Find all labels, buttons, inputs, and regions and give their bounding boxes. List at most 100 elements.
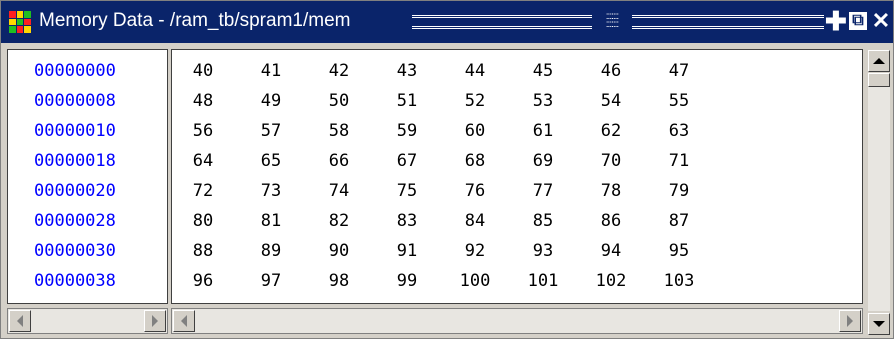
vertical-scroll-track[interactable] — [868, 73, 890, 311]
memory-cell[interactable]: 60 — [452, 116, 498, 146]
memory-cell[interactable]: 73 — [248, 176, 294, 206]
arrow-up-icon — [873, 58, 885, 64]
title-grip-left — [412, 15, 592, 29]
memory-cell[interactable]: 50 — [316, 86, 362, 116]
memory-cell[interactable]: 48 — [180, 86, 226, 116]
maximize-plus-icon[interactable]: ✚ — [825, 8, 847, 34]
memory-cell[interactable]: 49 — [248, 86, 294, 116]
memory-cell[interactable]: 89 — [248, 236, 294, 266]
memory-cell[interactable]: 81 — [248, 206, 294, 236]
address-horizontal-scrollbar[interactable] — [7, 308, 168, 334]
memory-data-grid: 40 41 42 43 44 45 46 47 48 49 50 51 52 53 54 55 56 57 58 59… — [171, 49, 863, 304]
scroll-down-button[interactable] — [868, 313, 890, 335]
memory-cell[interactable]: 88 — [180, 236, 226, 266]
memory-cell[interactable]: 98 — [316, 266, 362, 296]
memory-cell[interactable]: 84 — [452, 206, 498, 236]
memory-cell[interactable]: 41 — [248, 56, 294, 86]
memory-cell[interactable]: 47 — [656, 56, 702, 86]
memory-cell[interactable]: 96 — [180, 266, 226, 296]
memory-cell[interactable]: 53 — [520, 86, 566, 116]
memory-cell[interactable]: 87 — [656, 206, 702, 236]
memory-cell[interactable]: 63 — [656, 116, 702, 146]
scroll-up-button[interactable] — [868, 50, 890, 72]
memory-cell[interactable]: 46 — [588, 56, 634, 86]
memory-cell[interactable]: 102 — [588, 266, 634, 296]
memory-cell[interactable]: 90 — [316, 236, 362, 266]
memory-cell[interactable]: 65 — [248, 146, 294, 176]
memory-row: 88 89 90 91 92 93 94 95 — [172, 236, 862, 266]
memory-cell[interactable]: 54 — [588, 86, 634, 116]
address-label: 00000030 — [34, 241, 116, 261]
title-bar[interactable]: Memory Data - /ram_tb/spram1/mem :::::::… — [1, 1, 893, 43]
memory-cell[interactable]: 100 — [452, 266, 498, 296]
memory-row: 40 41 42 43 44 45 46 47 — [172, 56, 862, 86]
memory-cell[interactable]: 94 — [588, 236, 634, 266]
vertical-scroll-thumb[interactable] — [868, 73, 890, 87]
memory-cell[interactable]: 86 — [588, 206, 634, 236]
address-label: 00000018 — [34, 151, 116, 171]
memory-cell[interactable]: 99 — [384, 266, 430, 296]
data-horizontal-scrollbar[interactable] — [171, 308, 863, 334]
vertical-scrollbar[interactable] — [867, 49, 891, 336]
arrow-right-icon — [152, 315, 158, 327]
memory-cell[interactable]: 68 — [452, 146, 498, 176]
memory-cell[interactable]: 85 — [520, 206, 566, 236]
memory-cell[interactable]: 72 — [180, 176, 226, 206]
memory-cell[interactable]: 77 — [520, 176, 566, 206]
memory-row: 80 81 82 83 84 85 86 87 — [172, 206, 862, 236]
address-label: 00000028 — [34, 211, 116, 231]
memory-cell[interactable]: 76 — [452, 176, 498, 206]
memory-cell[interactable]: 92 — [452, 236, 498, 266]
memory-cell[interactable]: 40 — [180, 56, 226, 86]
memory-cell[interactable]: 42 — [316, 56, 362, 86]
memory-cell[interactable]: 79 — [656, 176, 702, 206]
address-scroll-left-button[interactable] — [9, 310, 31, 332]
memory-cell[interactable]: 70 — [588, 146, 634, 176]
memory-cell[interactable]: 64 — [180, 146, 226, 176]
memory-cell[interactable]: 101 — [520, 266, 566, 296]
memory-cell[interactable]: 93 — [520, 236, 566, 266]
memory-cell[interactable]: 103 — [656, 266, 702, 296]
memory-cell[interactable]: 59 — [384, 116, 430, 146]
window-title: Memory Data - /ram_tb/spram1/mem — [39, 10, 351, 31]
memory-cell[interactable]: 62 — [588, 116, 634, 146]
undock-icon[interactable]: ⧉ — [849, 12, 867, 30]
address-column: 00000000 00000008 00000010 00000018 00000020… — [7, 49, 168, 304]
title-grip-right — [632, 15, 824, 29]
memory-cell[interactable]: 95 — [656, 236, 702, 266]
memory-cell[interactable]: 71 — [656, 146, 702, 176]
memory-cell[interactable]: 82 — [316, 206, 362, 236]
memory-cell[interactable]: 80 — [180, 206, 226, 236]
memory-cell[interactable]: 57 — [248, 116, 294, 146]
memory-row: 64 65 66 67 68 69 70 71 — [172, 146, 862, 176]
memory-cell[interactable]: 83 — [384, 206, 430, 236]
memory-cell[interactable]: 91 — [384, 236, 430, 266]
memory-cell[interactable]: 56 — [180, 116, 226, 146]
memory-cell[interactable]: 66 — [316, 146, 362, 176]
memory-cell[interactable]: 61 — [520, 116, 566, 146]
arrow-left-icon — [17, 315, 23, 327]
address-scroll-right-button[interactable] — [144, 310, 166, 332]
memory-cell[interactable]: 55 — [656, 86, 702, 116]
memory-cell[interactable]: 75 — [384, 176, 430, 206]
title-grip-dots: :::::::::::::: — [605, 11, 619, 30]
memory-cell[interactable]: 74 — [316, 176, 362, 206]
memory-cell[interactable]: 44 — [452, 56, 498, 86]
arrow-right-icon — [847, 315, 853, 327]
memory-row: 48 49 50 51 52 53 54 55 — [172, 86, 862, 116]
memory-cell[interactable]: 45 — [520, 56, 566, 86]
address-label: 00000010 — [34, 121, 116, 141]
data-scroll-left-button[interactable] — [173, 310, 195, 332]
memory-cell[interactable]: 78 — [588, 176, 634, 206]
memory-cell[interactable]: 69 — [520, 146, 566, 176]
memory-cell[interactable]: 67 — [384, 146, 430, 176]
memory-cell[interactable]: 51 — [384, 86, 430, 116]
address-label: 00000008 — [34, 91, 116, 111]
memory-cell[interactable]: 58 — [316, 116, 362, 146]
memory-cell[interactable]: 52 — [452, 86, 498, 116]
memory-cell[interactable]: 43 — [384, 56, 430, 86]
close-icon[interactable]: ✕ — [871, 10, 891, 32]
memory-cell[interactable]: 97 — [248, 266, 294, 296]
data-scroll-right-button[interactable] — [839, 310, 861, 332]
memory-window-icon — [9, 11, 31, 33]
